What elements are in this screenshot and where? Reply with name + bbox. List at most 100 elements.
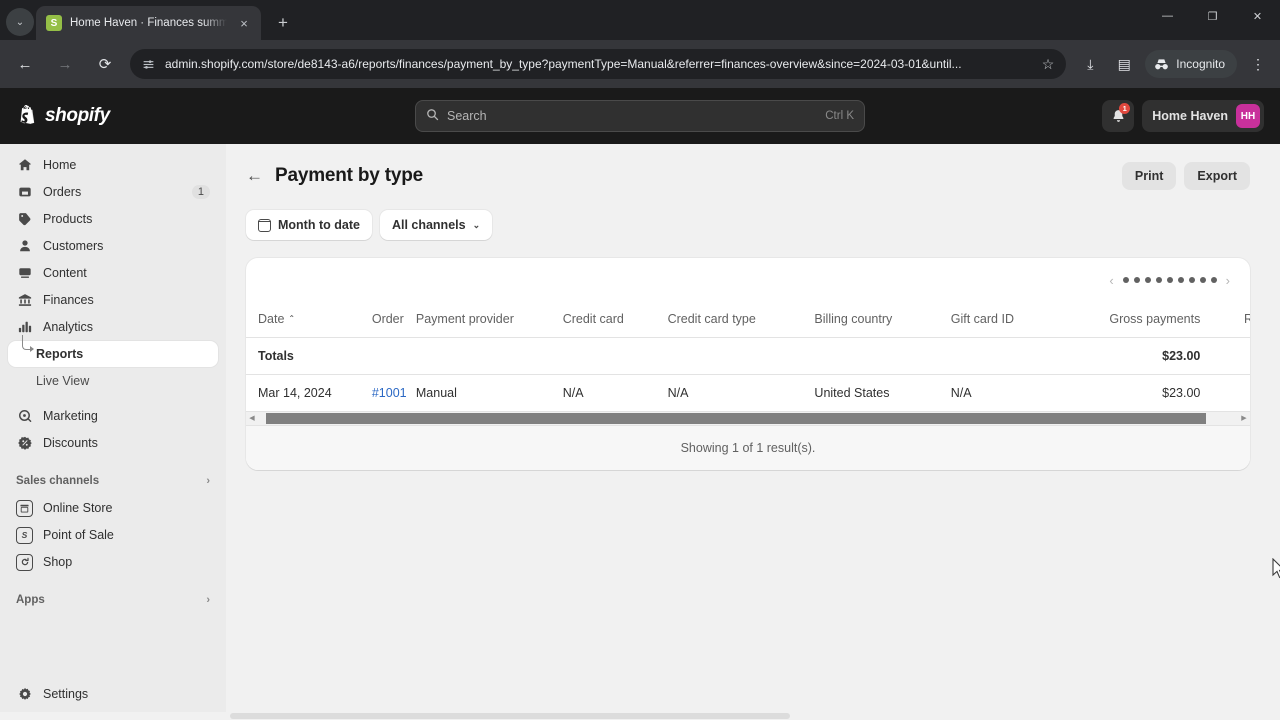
shopify-admin: shopify Search Ctrl K 1 Home Haven HH Ho… <box>0 88 1280 720</box>
products-icon <box>16 212 33 226</box>
search-input[interactable]: Search Ctrl K <box>415 100 865 132</box>
table-row[interactable]: Mar 14, 2024 #1001 Manual N/A N/A United… <box>246 374 1250 412</box>
totals-blank <box>950 337 1075 375</box>
online-store-icon <box>16 499 33 517</box>
notification-badge: 1 <box>1119 103 1131 114</box>
col-payment-provider[interactable]: Payment provider <box>415 302 563 338</box>
sidebar-item-orders[interactable]: Orders 1 <box>8 179 218 205</box>
orders-count-badge: 1 <box>191 185 210 199</box>
pager-dot[interactable] <box>1166 277 1173 283</box>
browser-menu-icon[interactable]: ⋮ <box>1243 49 1273 79</box>
shop-icon <box>16 553 33 571</box>
site-settings-icon[interactable] <box>142 58 155 71</box>
sidebar-item-home[interactable]: Home <box>8 152 218 178</box>
scrollbar-track[interactable] <box>258 412 1238 425</box>
sidebar-item-reports[interactable]: Reports <box>8 335 218 367</box>
download-icon[interactable]: ⤓ <box>1075 49 1105 79</box>
sidebar-item-customers[interactable]: Customers <box>8 233 218 259</box>
order-link[interactable]: #1001 <box>372 386 407 400</box>
sidebar-item-marketing[interactable]: Marketing <box>8 403 218 429</box>
close-window-icon[interactable]: ✕ <box>1235 0 1280 32</box>
col-credit-card-type[interactable]: Credit card type <box>667 302 815 338</box>
col-gross-payments[interactable]: Gross payments <box>1074 302 1201 338</box>
sidebar-item-analytics[interactable]: Analytics <box>8 314 218 340</box>
sidebar-item-content[interactable]: Content <box>8 260 218 286</box>
sidebar-item-settings[interactable]: Settings <box>8 681 218 707</box>
table-scroll-container[interactable]: Date ⌃ Order Payment provider Credit car… <box>246 302 1250 412</box>
col-date[interactable]: Date ⌃ <box>246 302 372 338</box>
tab-search-icon[interactable]: ⌄ <box>6 8 34 36</box>
pager-dot[interactable] <box>1144 277 1151 283</box>
top-bar-right: 1 Home Haven HH <box>1064 100 1264 132</box>
sales-channels-section-header[interactable]: Sales channels › <box>8 467 218 495</box>
page-scrollbar-thumb[interactable] <box>230 713 790 719</box>
sidebar-item-finances[interactable]: Finances <box>8 287 218 313</box>
back-arrow-icon[interactable]: ← <box>246 166 263 186</box>
scroll-right-icon[interactable]: ▶ <box>1238 415 1250 422</box>
cell-credit-card-type: N/A <box>667 374 815 412</box>
pager-dot[interactable] <box>1133 277 1140 283</box>
apps-section-header[interactable]: Apps › <box>8 586 218 614</box>
print-button[interactable]: Print <box>1121 162 1177 190</box>
totals-blank <box>415 337 563 375</box>
sidebar-label: Discounts <box>43 436 98 450</box>
table-horizontal-scrollbar[interactable]: ◀ ▶ <box>246 412 1250 426</box>
forward-icon[interactable]: → <box>50 49 80 79</box>
pager-dot[interactable] <box>1199 277 1206 283</box>
incognito-indicator[interactable]: Incognito <box>1145 50 1237 78</box>
maximize-icon[interactable]: ❐ <box>1190 0 1235 32</box>
new-tab-icon[interactable]: + <box>269 9 297 37</box>
sidebar-item-discounts[interactable]: Discounts <box>8 430 218 456</box>
browser-tab[interactable]: S Home Haven · Finances summa × <box>36 6 261 40</box>
sidebar-item-shop[interactable]: Shop <box>8 549 218 575</box>
address-bar[interactable]: admin.shopify.com/store/de8143-a6/report… <box>130 49 1067 79</box>
cell-date: Mar 14, 2024 <box>246 374 372 412</box>
sidebar-item-point-of-sale[interactable]: S Point of Sale <box>8 522 218 548</box>
pager-dot[interactable] <box>1122 277 1129 283</box>
shopify-wordmark: shopify <box>45 105 110 126</box>
pager-dot[interactable] <box>1188 277 1195 283</box>
export-button[interactable]: Export <box>1184 162 1250 190</box>
search-placeholder: Search <box>447 109 487 123</box>
sidebar-item-products[interactable]: Products <box>8 206 218 232</box>
close-tab-icon[interactable]: × <box>235 14 253 32</box>
column-pagination: ‹ › <box>1109 273 1230 288</box>
channel-filter[interactable]: All channels ⌄ <box>379 210 493 240</box>
pager-dot[interactable] <box>1177 277 1184 283</box>
reload-icon[interactable]: ⟳ <box>90 49 120 79</box>
bookmark-star-icon[interactable]: ☆ <box>1042 56 1055 73</box>
store-menu-button[interactable]: Home Haven HH <box>1142 100 1264 132</box>
cell-order[interactable]: #1001 <box>371 374 416 412</box>
sidebar-item-live-view[interactable]: Live View <box>8 368 218 394</box>
scroll-left-icon[interactable]: ◀ <box>246 415 258 422</box>
cell-gross-payments: $23.00 <box>1074 374 1201 412</box>
side-panel-icon[interactable]: ▤ <box>1109 49 1139 79</box>
pager-next-icon[interactable]: › <box>1226 273 1230 288</box>
shopify-logo[interactable]: shopify <box>16 104 216 128</box>
date-range-label: Month to date <box>278 218 360 232</box>
page-horizontal-scrollbar[interactable] <box>0 712 1280 720</box>
date-range-filter[interactable]: Month to date <box>246 210 372 240</box>
sidebar-item-online-store[interactable]: Online Store <box>8 495 218 521</box>
scrollbar-thumb[interactable] <box>266 413 1206 424</box>
notifications-button[interactable]: 1 <box>1102 100 1135 132</box>
shopify-favicon-icon: S <box>46 15 62 31</box>
totals-blank <box>667 337 815 375</box>
minimize-icon[interactable]: — <box>1145 0 1190 32</box>
col-refunds[interactable]: Refunds <box>1200 302 1250 338</box>
col-credit-card[interactable]: Credit card <box>562 302 668 338</box>
avatar: HH <box>1236 104 1260 128</box>
col-label: Date <box>258 312 285 326</box>
pager-prev-icon[interactable]: ‹ <box>1109 273 1113 288</box>
col-order[interactable]: Order <box>371 302 416 338</box>
sidebar-label: Reports <box>36 347 84 361</box>
shopify-bag-icon <box>16 104 38 128</box>
back-icon[interactable]: ← <box>10 49 40 79</box>
cell-gift-card-id: N/A <box>950 374 1075 412</box>
col-billing-country[interactable]: Billing country <box>814 302 951 338</box>
orders-icon <box>16 185 33 199</box>
pager-dot[interactable] <box>1155 277 1162 283</box>
pager-dot[interactable] <box>1210 277 1217 283</box>
col-gift-card-id[interactable]: Gift card ID <box>950 302 1075 338</box>
search-icon <box>426 108 439 124</box>
